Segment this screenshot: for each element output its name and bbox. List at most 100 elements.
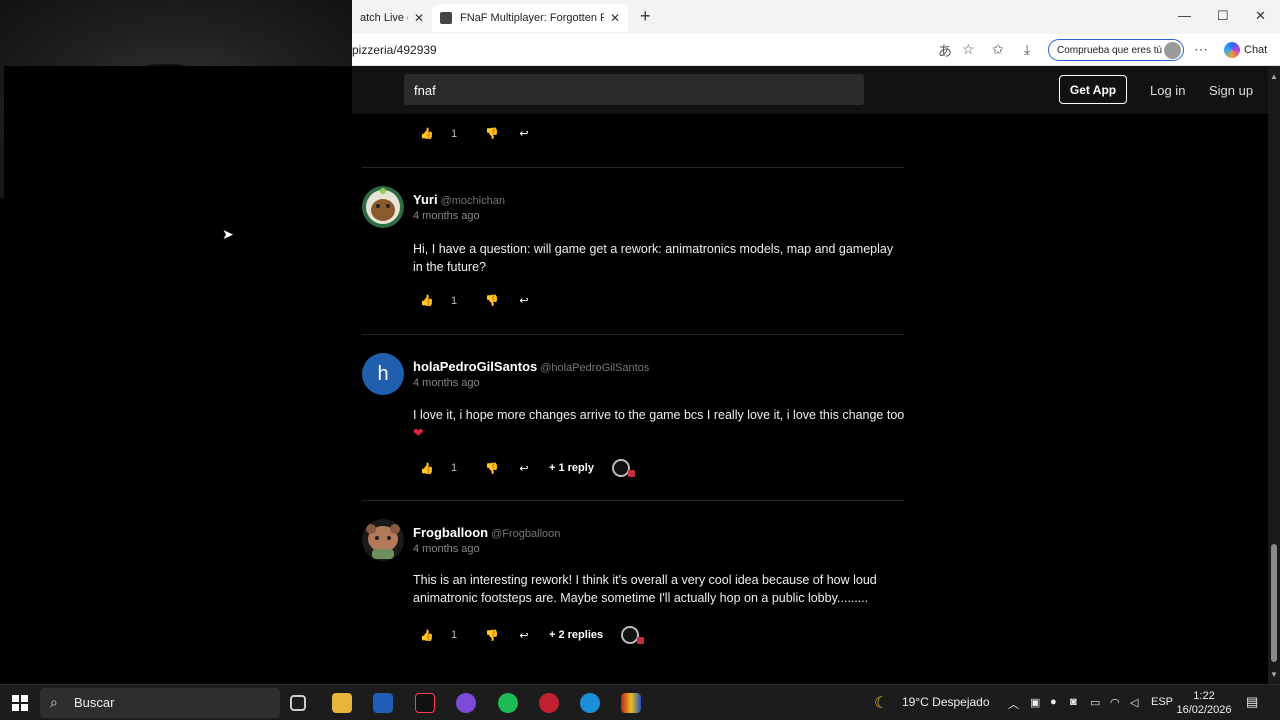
reply-icon[interactable]: ↩ <box>517 462 531 475</box>
comment-actions: 👍 1 👎 ↩ <box>420 294 531 308</box>
browser-chrome: atch Live on K ✕ FNaF Multiplayer: Forgo… <box>352 0 1280 66</box>
profile-pill[interactable]: Comprueba que eres tú <box>1048 39 1184 61</box>
more-menu-icon[interactable]: ⋯ <box>1194 41 1208 58</box>
site-header: fnaf Get App Log in Sign up <box>352 66 1268 114</box>
author-handle[interactable]: @Frogballoon <box>491 528 560 540</box>
author-name[interactable]: Yuri <box>413 192 438 207</box>
download-icon[interactable]: ⤓ <box>1024 41 1030 58</box>
reply-icon[interactable]: ↩ <box>517 294 531 307</box>
close-tab-icon[interactable]: ✕ <box>610 11 620 25</box>
tab-title: atch Live on K <box>360 12 408 24</box>
scroll-up-icon[interactable]: ▲ <box>1270 72 1278 81</box>
winrar-icon[interactable] <box>621 693 641 713</box>
minimize-icon[interactable]: — <box>1178 8 1191 23</box>
thumbs-up-icon[interactable]: 👍 <box>420 294 434 307</box>
comment-time: 4 months ago <box>413 543 480 555</box>
thumbs-down-icon[interactable]: 👎 <box>485 462 499 475</box>
mouse-cursor-icon: ➤ <box>222 226 234 242</box>
camera-icon[interactable]: ◙ <box>1070 696 1077 708</box>
new-tab-icon[interactable]: + <box>640 6 651 27</box>
signup-link[interactable]: Sign up <box>1209 83 1253 98</box>
close-tab-icon[interactable]: ✕ <box>414 11 424 25</box>
tab-kick[interactable]: atch Live on K ✕ <box>352 4 432 32</box>
maximize-icon[interactable]: ☐ <box>1217 8 1229 24</box>
language-indicator[interactable]: ESP <box>1151 696 1173 708</box>
thumbs-up-icon[interactable]: 👍 <box>420 462 434 475</box>
thumbs-down-icon[interactable]: 👎 <box>485 127 499 140</box>
wifi-icon[interactable]: ◠ <box>1110 696 1120 709</box>
profile-avatar-icon <box>1164 42 1181 59</box>
comment-author[interactable]: holaPedroGilSantos @holaPedroGilSantos <box>413 359 649 374</box>
browser-app-icon[interactable] <box>456 693 476 713</box>
translate-icon[interactable]: あ <box>938 41 952 61</box>
comment-text: Hi, I have a question: will game get a r… <box>413 242 894 274</box>
taskbar-search-input[interactable]: ⌕ Buscar <box>40 688 280 718</box>
thumbs-down-icon[interactable]: 👎 <box>485 294 499 307</box>
edge-icon[interactable] <box>580 693 600 713</box>
author-handle[interactable]: @holaPedroGilSantos <box>540 362 649 374</box>
login-link[interactable]: Log in <box>1150 83 1185 98</box>
address-bar: pizzeria/492939 あ ☆ ✩ ⤓ Comprueba que er… <box>352 34 1280 66</box>
system-clock[interactable]: 1:22 16/02/2026 <box>1176 689 1232 717</box>
site-favicon-icon <box>440 12 452 24</box>
tab-fnaf[interactable]: FNaF Multiplayer: Forgotten Pizzeria ✕ <box>432 4 628 32</box>
reply-avatar <box>611 459 635 477</box>
comment-actions: 👍 1 👎 ↩ + 2 replies <box>420 626 645 644</box>
weather-moon-icon: ☾ <box>874 695 889 712</box>
weather-text[interactable]: 19°C Despejado <box>902 695 990 709</box>
comment-author[interactable]: Yuri @mochichan <box>413 192 505 207</box>
comment-author[interactable]: Frogballoon @Frogballoon <box>413 525 560 540</box>
search-icon: ⌕ <box>50 694 58 710</box>
scroll-down-icon[interactable]: ▼ <box>1270 670 1278 679</box>
device-icon[interactable]: ▣ <box>1030 696 1040 709</box>
thumbs-down-icon[interactable]: 👎 <box>485 629 499 642</box>
scrollbar-thumb[interactable] <box>1271 544 1277 662</box>
get-app-button[interactable]: Get App <box>1059 75 1127 104</box>
comment-divider <box>362 500 904 501</box>
thumbs-up-icon[interactable]: 👍 <box>420 127 434 140</box>
favorite-star-icon[interactable]: ☆ <box>962 41 975 58</box>
thumbs-up-icon[interactable]: 👍 <box>420 629 434 642</box>
close-window-icon[interactable]: ✕ <box>1255 8 1266 24</box>
game-app-icon[interactable] <box>539 693 559 713</box>
comment-text: I love it, i hope more changes arrive to… <box>413 406 905 442</box>
user-avatar-frogballoon-icon <box>362 519 404 561</box>
microsoft-store-icon[interactable] <box>373 693 393 713</box>
avatar[interactable] <box>362 519 404 561</box>
page-scrollbar[interactable]: ▲ ▼ <box>1268 66 1280 684</box>
user-avatar-yuri-icon <box>362 186 404 228</box>
copilot-chat-button[interactable]: Chat <box>1224 42 1267 58</box>
copilot-icon <box>1224 42 1240 58</box>
notifications-icon[interactable]: ▤ <box>1246 694 1258 710</box>
author-name[interactable]: holaPedroGilSantos <box>413 359 537 374</box>
file-explorer-icon[interactable] <box>332 693 352 713</box>
start-button[interactable] <box>12 695 28 711</box>
view-replies-button[interactable]: + 2 replies <box>549 629 603 641</box>
avatar[interactable] <box>362 186 404 228</box>
avatar[interactable]: h <box>362 353 404 395</box>
microphone-icon[interactable]: ● <box>1050 696 1057 708</box>
search-input[interactable]: fnaf <box>404 74 864 105</box>
chevron-up-icon[interactable]: ︿ <box>1008 696 1019 712</box>
favorites-list-icon[interactable]: ✩ <box>992 41 1004 58</box>
reply-avatar <box>621 626 645 644</box>
tiktok-icon[interactable] <box>415 693 435 713</box>
url-field[interactable]: pizzeria/492939 <box>352 43 437 57</box>
comment-actions: 👍 1 👎 ↩ <box>420 127 531 141</box>
taskbar-search-placeholder: Buscar <box>74 695 115 710</box>
author-handle[interactable]: @mochichan <box>441 195 505 207</box>
view-replies-button[interactable]: + 1 reply <box>549 462 594 474</box>
battery-icon[interactable]: ▭ <box>1090 696 1100 709</box>
reply-icon[interactable]: ↩ <box>517 629 531 642</box>
task-view-icon[interactable] <box>290 695 306 711</box>
profile-pill-label: Comprueba que eres tú <box>1057 44 1163 56</box>
comment-time: 4 months ago <box>413 210 480 222</box>
like-count: 1 <box>451 127 458 140</box>
volume-icon[interactable]: ◁ <box>1130 696 1138 709</box>
tab-strip: atch Live on K ✕ FNaF Multiplayer: Forgo… <box>352 0 1280 34</box>
author-name[interactable]: Frogballoon <box>413 525 488 540</box>
reply-icon[interactable]: ↩ <box>517 127 531 140</box>
like-count: 1 <box>451 294 458 307</box>
comment-actions: 👍 1 👎 ↩ + 1 reply <box>420 459 635 477</box>
spotify-icon[interactable] <box>498 693 518 713</box>
